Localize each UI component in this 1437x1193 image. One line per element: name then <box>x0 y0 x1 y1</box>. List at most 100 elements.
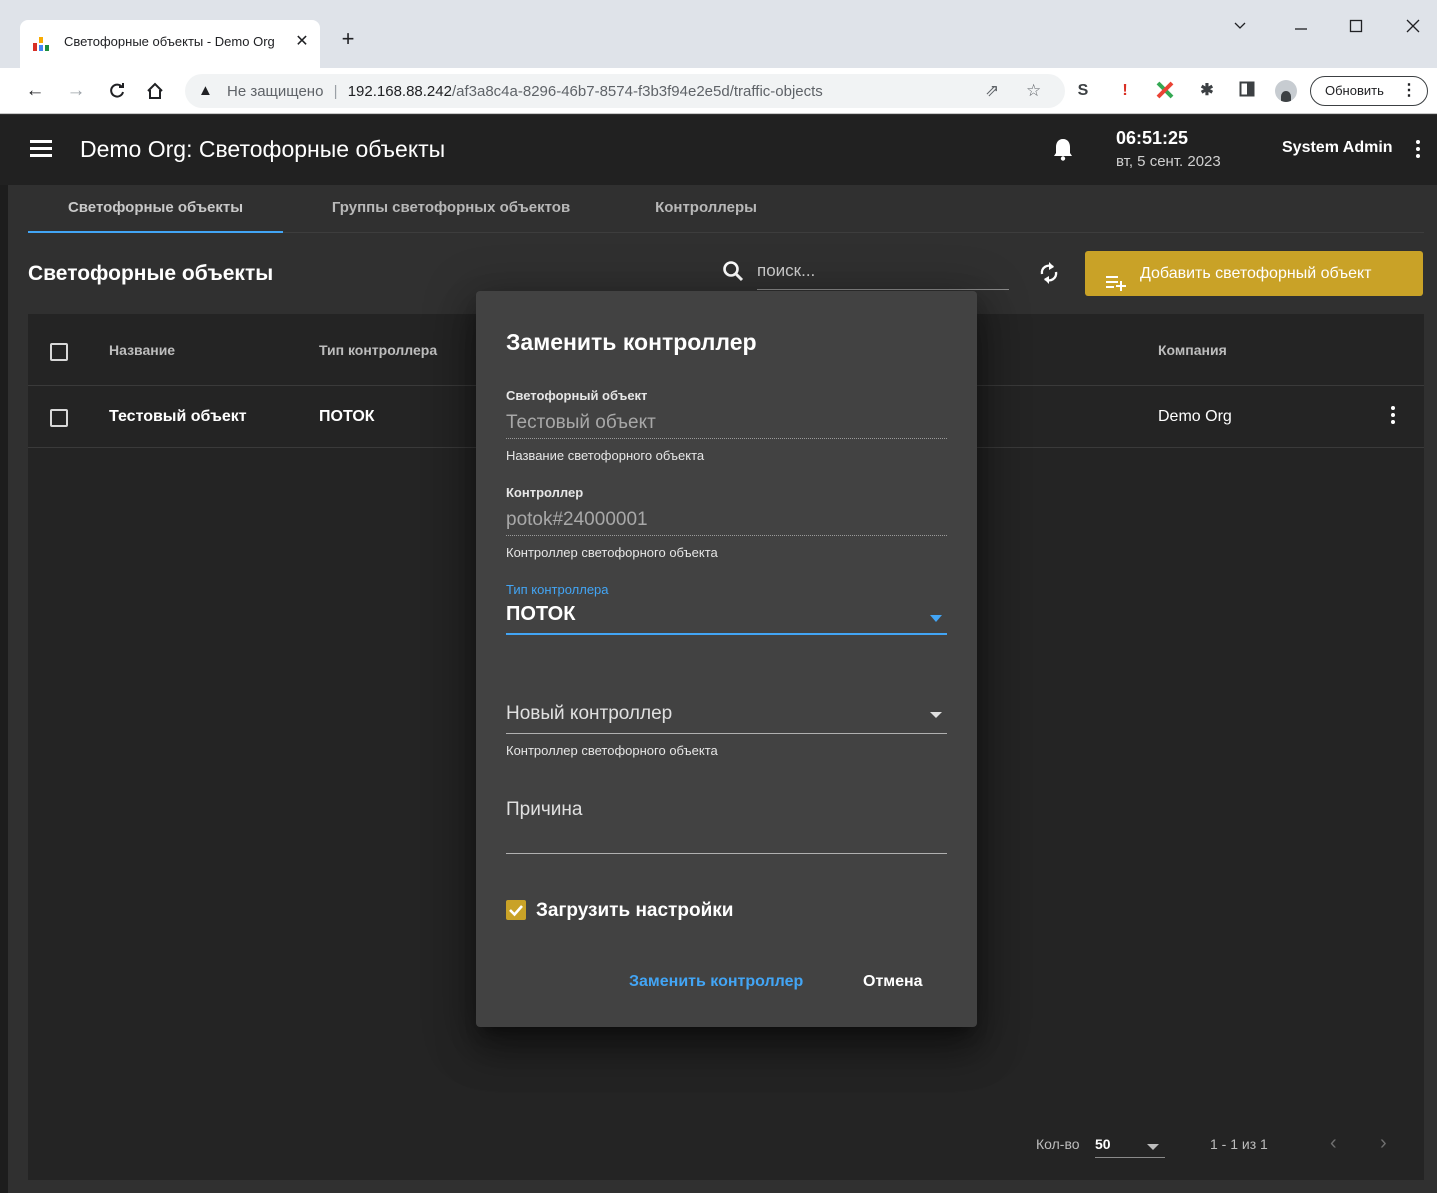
section-tabs: Светофорные объекты Группы светофорных о… <box>28 185 1424 233</box>
maximize-icon[interactable] <box>1341 14 1371 44</box>
user-name[interactable]: System Admin <box>1282 139 1393 157</box>
dropdown-arrow-icon <box>930 712 942 718</box>
profile-avatar[interactable] <box>1275 80 1297 102</box>
controller-value: potok#24000001 <box>506 509 648 530</box>
browser-menu-icon[interactable]: ⋮ <box>1401 77 1417 104</box>
column-header-company[interactable]: Компания <box>1158 342 1227 358</box>
clock-time: 06:51:25 <box>1116 128 1189 148</box>
row-checkbox[interactable] <box>50 409 68 427</box>
traffic-object-field: Светофорный объект Тестовый объект Назва… <box>506 388 947 463</box>
forward-arrow-icon[interactable]: → <box>62 77 90 105</box>
tab-traffic-object-groups[interactable]: Группы светофорных объектов <box>300 185 602 233</box>
add-traffic-object-button[interactable]: Добавить светофорный объект <box>1085 251 1423 296</box>
search-field <box>757 256 1009 290</box>
extension-alert-icon[interactable]: ! <box>1115 81 1135 101</box>
refresh-icon[interactable] <box>1036 260 1062 286</box>
paginator: Кол-во 50 1 - 1 из 1 ‹ › <box>28 1122 1424 1172</box>
search-input[interactable] <box>757 256 1009 286</box>
traffic-light-favicon-icon <box>33 35 53 51</box>
reason-underline <box>506 853 947 854</box>
left-edge <box>0 185 8 1193</box>
browser-toolbar: ← → ▲ Не защищено | 192.168.88.242/af3a8… <box>0 68 1437 114</box>
url-text: Не защищено | 192.168.88.242/af3a8c4a-82… <box>227 83 823 100</box>
replace-controller-button[interactable]: Заменить контроллер <box>629 973 803 991</box>
browser-tab-title: Светофорные объекты - Demo Org <box>64 34 275 49</box>
url-host: 192.168.88.242 <box>347 83 452 100</box>
app-header: Demo Org: Светофорные объекты 06:51:25 в… <box>0 115 1437 185</box>
side-panel-icon[interactable] <box>1237 81 1257 101</box>
column-header-name[interactable]: Название <box>109 342 175 358</box>
warning-icon[interactable]: ▲ <box>198 82 213 99</box>
controller-type-select[interactable]: Тип контроллера ПОТОК <box>506 582 947 635</box>
controller-field: Контроллер potok#24000001 Контроллер све… <box>506 485 947 560</box>
new-controller-select[interactable]: Новый контроллер Контроллер светофорного… <box>506 703 947 758</box>
close-icon[interactable] <box>1398 14 1428 44</box>
back-arrow-icon[interactable]: ← <box>21 77 49 105</box>
tab-search-chevron-down-icon[interactable] <box>1225 14 1255 44</box>
per-page-select[interactable]: 50 <box>1095 1134 1165 1158</box>
new-controller-underline <box>506 733 947 734</box>
share-icon[interactable]: ⇗ <box>985 81 999 101</box>
controller-type-label: Тип контроллера <box>506 582 609 597</box>
dropdown-arrow-icon <box>930 615 942 622</box>
bookmark-star-icon[interactable]: ☆ <box>1026 81 1041 101</box>
traffic-object-label: Светофорный объект <box>506 388 648 403</box>
row-more-icon[interactable] <box>1390 406 1396 427</box>
browser-tab[interactable]: Светофорные объекты - Demo Org ✕ <box>20 20 320 68</box>
reason-placeholder: Причина <box>506 799 583 820</box>
replace-controller-dialog: Заменить контроллер Светофорный объект Т… <box>476 291 977 1027</box>
per-page-value: 50 <box>1095 1136 1111 1152</box>
dialog-title: Заменить контроллер <box>506 329 757 355</box>
add-button-label: Добавить светофорный объект <box>1140 265 1372 282</box>
url-path: /af3a8c4a-8296-46b7-8574-f3b3f94e2e5d/tr… <box>451 83 823 100</box>
controller-label: Контроллер <box>506 485 584 500</box>
traffic-object-underline <box>506 438 947 439</box>
browser-tabstrip: Светофорные объекты - Demo Org ✕ + <box>0 0 1437 68</box>
cell-name: Тестовый объект <box>109 408 247 425</box>
controller-type-underline <box>506 633 947 635</box>
new-controller-hint: Контроллер светофорного объекта <box>506 743 718 758</box>
tab-traffic-objects[interactable]: Светофорные объекты <box>28 185 283 233</box>
menu-icon[interactable] <box>30 140 52 158</box>
tab-controllers[interactable]: Контроллеры <box>628 185 784 233</box>
extension-x-icon[interactable] <box>1155 81 1175 101</box>
new-controller-placeholder: Новый контроллер <box>506 703 673 724</box>
checkmark-icon <box>509 905 523 917</box>
clock-date: вт, 5 сент. 2023 <box>1116 153 1221 170</box>
search-icon[interactable] <box>721 259 745 283</box>
page-title: Demo Org: Светофорные объекты <box>80 136 446 162</box>
column-header-controller-type[interactable]: Тип контроллера <box>319 342 437 358</box>
previous-page-icon[interactable]: ‹ <box>1330 1132 1337 1155</box>
page-range: 1 - 1 из 1 <box>1210 1136 1268 1152</box>
controller-type-value: ПОТОК <box>506 603 576 625</box>
dropdown-arrow-icon <box>1147 1144 1159 1150</box>
new-tab-button[interactable]: + <box>336 26 360 52</box>
section-title: Светофорные объекты <box>28 262 274 285</box>
extensions-puzzle-icon[interactable]: ✱ <box>1197 81 1217 101</box>
security-label: Не защищено <box>227 83 324 100</box>
update-browser-button[interactable]: Обновить ⋮ <box>1310 76 1428 106</box>
load-settings-checkbox[interactable] <box>506 900 526 920</box>
reason-field[interactable]: Причина <box>506 799 947 854</box>
traffic-object-value: Тестовый объект <box>506 412 656 433</box>
skype-extension-icon[interactable]: S <box>1073 81 1093 101</box>
cell-company: Demo Org <box>1158 408 1232 425</box>
user-menu-more-icon[interactable] <box>1415 140 1421 161</box>
next-page-icon[interactable]: › <box>1380 1132 1387 1155</box>
address-bar[interactable]: ▲ Не защищено | 192.168.88.242/af3a8c4a-… <box>185 74 1065 108</box>
home-icon[interactable] <box>141 77 169 105</box>
update-button-label: Обновить <box>1325 83 1384 98</box>
reload-icon[interactable] <box>103 77 131 105</box>
select-all-checkbox[interactable] <box>50 343 68 361</box>
minimize-icon[interactable] <box>1286 14 1316 44</box>
url-separator: | <box>333 83 338 100</box>
playlist-add-icon <box>1106 265 1128 291</box>
controller-underline <box>506 535 947 536</box>
load-settings-label: Загрузить настройки <box>536 900 734 921</box>
tab-close-icon[interactable]: ✕ <box>292 30 312 54</box>
per-page-label: Кол-во <box>1036 1136 1080 1152</box>
cancel-button[interactable]: Отмена <box>863 973 923 991</box>
cell-controller-type: ПОТОК <box>319 408 375 425</box>
traffic-object-hint: Название светофорного объекта <box>506 448 705 463</box>
notifications-bell-icon[interactable] <box>1052 137 1074 161</box>
